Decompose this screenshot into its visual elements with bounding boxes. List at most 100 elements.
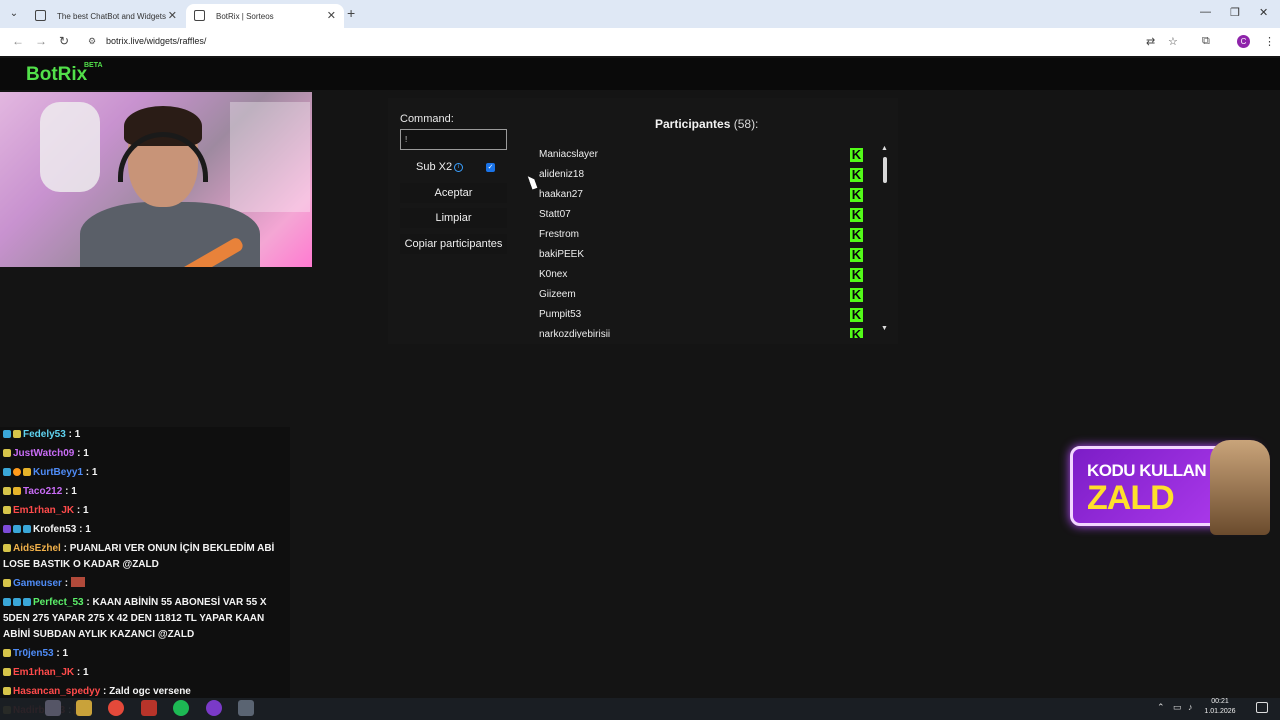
beta-badge: BETA — [84, 62, 103, 69]
participant-row[interactable]: haakan27 K — [524, 185, 880, 205]
participant-row[interactable]: K0nex K — [524, 265, 880, 285]
tab-botrix-raffles[interactable]: BotRix | Sorteos ✕ — [186, 4, 344, 28]
notifications-icon[interactable] — [1256, 702, 1268, 713]
chat-username[interactable]: JustWatch09 — [13, 448, 74, 459]
chat-separator: : — [76, 524, 86, 535]
participant-name: Giizeem — [539, 289, 576, 300]
tab-botrix-home[interactable]: The best ChatBot and Widgets ✕ — [27, 4, 185, 28]
maximize-button[interactable]: ❐ — [1230, 6, 1240, 19]
participant-row[interactable]: alideniz18 K — [524, 165, 880, 185]
address-bar[interactable]: ⚙ botrix.live/widgets/raffles/ — [80, 31, 1140, 53]
kick-icon: K — [850, 267, 863, 282]
reload-icon[interactable]: ↻ — [59, 34, 69, 48]
chat-text: 1 — [83, 505, 89, 516]
chat-username[interactable]: KurtBeyy1 — [33, 467, 83, 478]
participants-list[interactable]: Maniacslayer K alideniz18 K haakan27 K Stat… — [524, 145, 880, 338]
kick-icon: K — [850, 207, 863, 222]
clock-time: 00:21 — [1211, 698, 1229, 705]
chat-username[interactable]: Fedely53 — [23, 429, 66, 440]
chat-message: Fedely53 : 1 — [3, 427, 285, 443]
url-text[interactable]: botrix.live/widgets/raffles/ — [106, 36, 206, 46]
copy-participants-button[interactable]: Copiar participantes — [400, 234, 507, 254]
participant-name: K0nex — [539, 269, 568, 280]
chat-separator: : — [74, 667, 84, 678]
participant-row[interactable]: bakiPEEK K — [524, 245, 880, 265]
chat-message: Krofen53 : 1 — [3, 522, 285, 538]
volume-icon[interactable]: ♪ — [1188, 702, 1193, 712]
chat-username[interactable]: Hasancan_spedyy — [13, 686, 100, 697]
chat-username[interactable]: Krofen53 — [33, 524, 76, 535]
spotify-icon[interactable] — [173, 700, 189, 716]
tab-title: BotRix | Sorteos — [216, 12, 274, 21]
clear-button[interactable]: Limpiar — [400, 208, 507, 228]
kick-icon: K — [850, 227, 863, 242]
botrix-logo[interactable]: BotRix — [26, 64, 87, 86]
translate-icon[interactable]: ⇄ — [1146, 35, 1155, 48]
chat-separator: : — [100, 686, 110, 697]
participant-row[interactable]: Statt07 K — [524, 205, 880, 225]
participant-name: narkozdiyebirisii — [539, 329, 611, 338]
close-icon[interactable]: ✕ — [168, 9, 177, 22]
profile-avatar[interactable]: C — [1237, 35, 1250, 48]
taskview-icon[interactable] — [45, 700, 61, 716]
scroll-thumb[interactable] — [883, 157, 887, 183]
network-icon[interactable]: ▭ — [1173, 702, 1182, 713]
accept-button[interactable]: Aceptar — [400, 183, 507, 203]
command-input[interactable] — [400, 129, 507, 150]
participant-row[interactable]: Frestrom K — [524, 225, 880, 245]
scroll-down-icon[interactable]: ▼ — [881, 325, 888, 332]
chat-username[interactable]: Perfect_53 — [33, 597, 84, 608]
chat-username[interactable]: Tr0jen53 — [13, 648, 54, 659]
z-badge-icon — [3, 487, 11, 495]
browser-tab-strip: ⌄ The best ChatBot and Widgets ✕ BotRix … — [0, 0, 1280, 28]
obs-icon[interactable] — [141, 700, 157, 716]
chat-username[interactable]: AidsEzhel — [13, 543, 61, 554]
chat-message: AidsEzhel : PUANLARI VER ONUN İÇİN BEKLE… — [3, 541, 285, 573]
new-tab-button[interactable]: + — [347, 5, 355, 21]
chat-separator: : — [83, 467, 92, 478]
participants-scrollbar[interactable]: ▲ ▼ — [881, 145, 889, 338]
promo-line-1: KODU KULLAN — [1087, 461, 1207, 480]
back-icon[interactable]: ← — [12, 34, 24, 48]
chat-username[interactable]: Em1rhan_JK — [13, 505, 74, 516]
sub-x2-checkbox[interactable]: ✓ — [486, 163, 495, 172]
chat-username[interactable]: Em1rhan_JK — [13, 667, 74, 678]
chat-separator: : — [60, 543, 70, 554]
extensions-icon[interactable]: ⧉ — [1202, 35, 1210, 48]
close-icon[interactable]: ✕ — [327, 9, 336, 22]
camera-icon[interactable] — [238, 700, 254, 716]
tray-chevron-icon[interactable]: ⌃ — [1157, 702, 1165, 713]
minimize-button[interactable]: — — [1200, 6, 1211, 18]
z-badge-icon — [3, 579, 11, 587]
chat-username[interactable]: Gameuser — [13, 578, 62, 589]
scroll-up-icon[interactable]: ▲ — [881, 145, 888, 152]
window-close-button[interactable]: ✕ — [1259, 6, 1268, 19]
taskbar-clock[interactable]: 00:21 1.01.2026 — [1200, 697, 1240, 717]
bookmark-star-icon[interactable]: ☆ — [1168, 35, 1178, 48]
chat-separator: : — [65, 429, 75, 440]
sub-badge-icon — [23, 598, 31, 606]
participant-row[interactable]: narkozdiyebirisii K — [524, 325, 880, 338]
participant-name: haakan27 — [539, 189, 583, 200]
background-shelf — [230, 102, 310, 212]
participant-row[interactable]: Pumpit53 K — [524, 305, 880, 325]
forward-icon[interactable]: → — [35, 34, 47, 48]
chat-message: Em1rhan_JK : 1 — [3, 503, 285, 519]
streamer-body — [80, 202, 260, 267]
windows-taskbar — [0, 698, 1280, 720]
chrome-icon[interactable] — [108, 700, 124, 716]
participant-row[interactable]: Giizeem K — [524, 285, 880, 305]
participant-name: alideniz18 — [539, 169, 585, 180]
chat-text: 1 — [74, 429, 81, 440]
info-icon[interactable]: i — [454, 163, 463, 172]
chat-separator: : — [62, 486, 72, 497]
file-explorer-icon[interactable] — [76, 700, 92, 716]
app-icon[interactable] — [206, 700, 222, 716]
participant-row[interactable]: Maniacslayer K — [524, 145, 880, 165]
menu-dots-icon[interactable]: ⋮ — [1264, 35, 1275, 48]
sub-badge-icon — [13, 525, 21, 533]
site-info-icon[interactable]: ⚙ — [88, 36, 99, 47]
tab-search-icon[interactable]: ⌄ — [6, 6, 22, 22]
chat-username[interactable]: Taco212 — [23, 486, 62, 497]
kick-icon: K — [850, 287, 863, 302]
